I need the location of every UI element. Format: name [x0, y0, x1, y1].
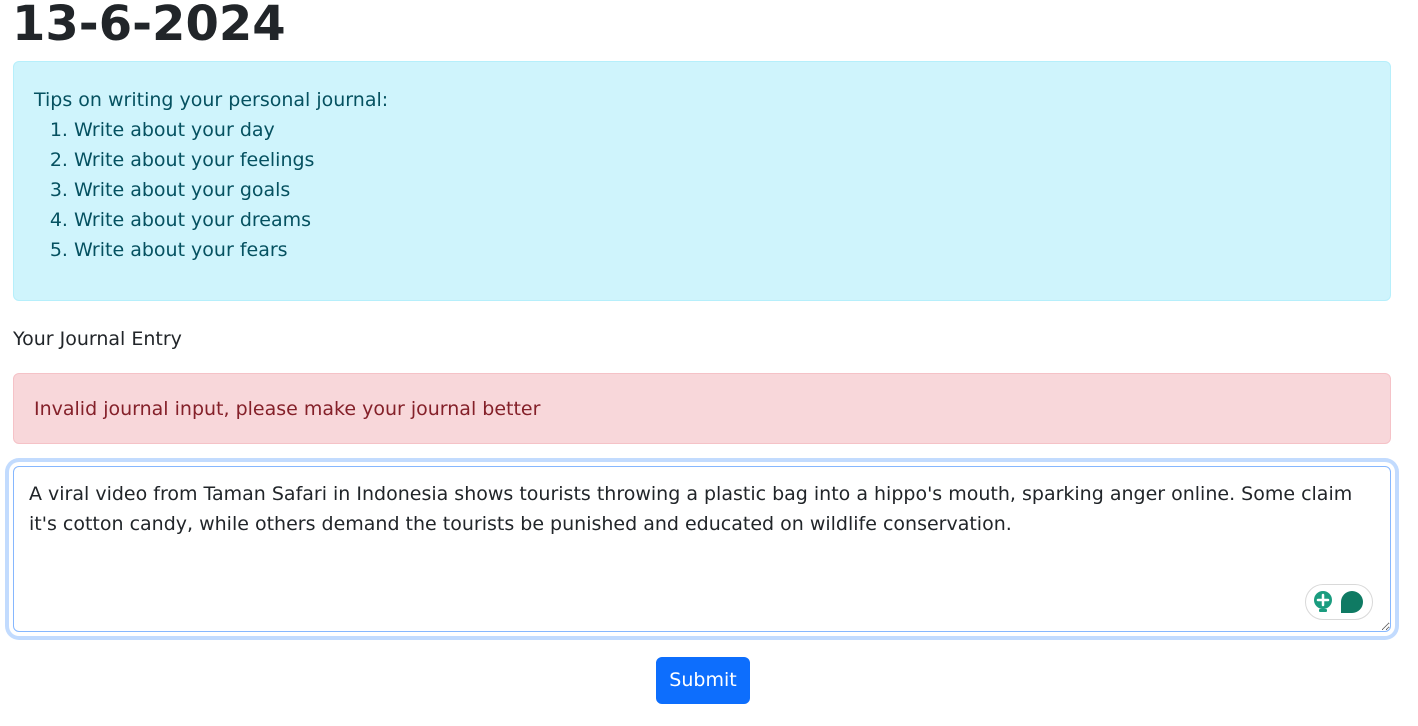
writing-assistant-widget[interactable]: [1305, 584, 1373, 620]
tips-heading: Tips on writing your personal journal:: [34, 89, 389, 111]
tips-list: Write about your day Write about your fe…: [34, 115, 1370, 265]
journal-textarea-container: A viral video from Taman Safari in Indon…: [9, 462, 1395, 636]
tip-item: Write about your feelings: [74, 145, 1370, 175]
tips-alert: Tips on writing your personal journal: W…: [13, 61, 1391, 301]
tip-item: Write about your goals: [74, 175, 1370, 205]
page-title: 13-6-2024: [12, 0, 286, 52]
journal-page: 13-6-2024 Tips on writing your personal …: [0, 0, 1418, 726]
speech-bubble-icon[interactable]: [1338, 588, 1366, 616]
error-alert: Invalid journal input, please make your …: [13, 373, 1391, 444]
tip-item: Write about your day: [74, 115, 1370, 145]
lightbulb-icon[interactable]: [1312, 590, 1334, 614]
tip-item: Write about your dreams: [74, 205, 1370, 235]
tip-item: Write about your fears: [74, 235, 1370, 265]
submit-button[interactable]: Submit: [656, 657, 750, 704]
journal-entry-label: Your Journal Entry: [13, 328, 182, 350]
journal-entry-textarea[interactable]: A viral video from Taman Safari in Indon…: [13, 466, 1391, 632]
